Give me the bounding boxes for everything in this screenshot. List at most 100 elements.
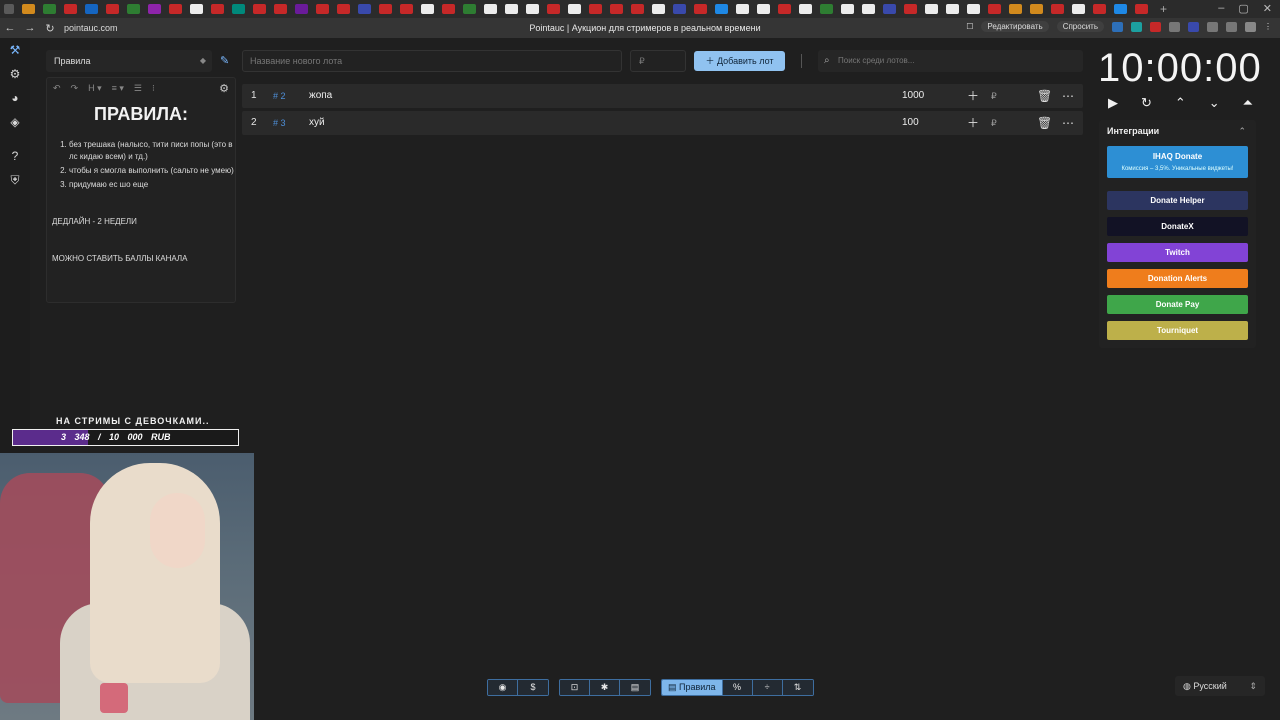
bug-icon[interactable]: ✱ [590,680,620,695]
browser-tab[interactable] [841,4,854,14]
url-field[interactable]: pointauc.com [64,23,344,33]
browser-tab[interactable] [379,4,392,14]
extension-icon[interactable] [1245,21,1256,32]
close-icon[interactable]: ✕ [1263,2,1272,15]
rules-select[interactable]: Правила ◆ [46,50,212,72]
donation-alerts-button[interactable]: Donation Alerts [1107,269,1248,288]
align-icon[interactable]: ≡ ▾ [112,83,124,94]
plus-icon[interactable]: ＋ [967,84,979,108]
ruble-icon[interactable]: ₽ [991,84,997,108]
browser-tab[interactable] [547,4,560,14]
browser-tab[interactable] [22,4,35,14]
add-lot-button[interactable]: ＋ Добавить лот [694,51,785,71]
browser-tab[interactable] [946,4,959,14]
browser-tab[interactable] [925,4,938,14]
dollar-icon[interactable]: $ [518,680,548,695]
chevron-up-icon[interactable]: ⌃ [1238,126,1246,137]
lot-tag[interactable]: # 3 [273,111,286,135]
browser-tab[interactable] [274,4,287,14]
extension-icon[interactable] [1188,21,1199,32]
browser-tab[interactable] [757,4,770,14]
tourniquet-button[interactable]: Tourniquet [1107,321,1248,340]
browser-tab[interactable] [736,4,749,14]
lot-row[interactable]: 1 # 2 жопа 1000 ＋ ₽ 🗑 ⋯ [242,84,1083,108]
new-tab-icon[interactable]: + [1160,2,1167,16]
undo-icon[interactable]: ↶ [53,83,61,94]
amount-input[interactable]: ₽ [630,50,686,72]
maximize-icon[interactable]: ▢ [1238,2,1248,15]
lot-name[interactable]: хуй [309,111,325,135]
split-icon[interactable]: ÷ [752,680,783,695]
browser-tab[interactable] [610,4,623,14]
wheel-icon[interactable]: ◕ [0,86,30,110]
integrations-header[interactable]: Интеграции ⌃ [1099,120,1256,136]
new-lot-input[interactable]: Название нового лота [242,50,622,72]
more-icon[interactable]: ⋯ [1062,84,1074,108]
clear-icon[interactable]: ▤ [620,680,650,695]
rules-editor[interactable]: ↶ ↷ H ▾ ≡ ▾ ☰ ⁝ ⚙ ПРАВИЛА: без трешака (… [46,77,236,303]
browser-tab[interactable] [883,4,896,14]
lot-row[interactable]: 2 # 3 хуй 100 ＋ ₽ 🗑 ⋯ [242,111,1083,135]
auction-icon[interactable]: ⚒ [0,38,30,62]
donatex-button[interactable]: DonateX [1107,217,1248,236]
browser-tab[interactable] [1072,4,1085,14]
language-select[interactable]: ◍ Русский ⇕ [1175,676,1265,696]
reload-icon[interactable]: ↻ [40,22,60,35]
donate-pay-button[interactable]: Donate Pay [1107,295,1248,314]
browser-tab[interactable] [316,4,329,14]
browser-tab[interactable] [484,4,497,14]
browser-tab[interactable] [505,4,518,14]
ruble-icon[interactable]: ₽ [991,111,997,135]
percent-icon[interactable]: % [722,680,753,695]
help-icon[interactable]: ? [0,144,30,168]
browser-tab[interactable] [1093,4,1106,14]
browser-tab[interactable] [862,4,875,14]
browser-tab[interactable] [988,4,1001,14]
browser-tab[interactable] [400,4,413,14]
browser-tab[interactable] [106,4,119,14]
search-input[interactable]: ⌕ Поиск среди лотов... [818,50,1083,72]
heading-icon[interactable]: H ▾ [88,83,102,94]
browser-tab[interactable] [337,4,350,14]
browser-tab[interactable] [631,4,644,14]
browser-tab[interactable] [1114,4,1127,14]
redo-icon[interactable]: ↷ [71,83,79,94]
browser-tab[interactable] [253,4,266,14]
browser-tab[interactable] [421,4,434,14]
browser-tab[interactable] [43,4,56,14]
browser-tab[interactable] [190,4,203,14]
browser-tab[interactable] [148,4,161,14]
browser-tab[interactable] [526,4,539,14]
more-icon[interactable]: ⋯ [1062,111,1074,135]
browser-tab[interactable] [358,4,371,14]
browser-tab[interactable] [295,4,308,14]
browser-tab[interactable] [799,4,812,14]
bookmark-icon[interactable]: ☐ [966,22,973,31]
lot-amount[interactable]: 100 [902,111,919,135]
gear-icon[interactable]: ⚙ [219,82,229,95]
browser-tab[interactable] [169,4,182,14]
browser-tab[interactable] [85,4,98,14]
twitch-button[interactable]: Twitch [1107,243,1248,262]
forward-icon[interactable]: → [20,22,40,34]
browser-tab[interactable] [211,4,224,14]
chevron-down-icon[interactable]: ⌄ [1209,95,1220,111]
rules-toggle-button[interactable]: ▤ Правила [662,680,723,695]
chevron-up-icon[interactable]: ⌃ [1175,95,1186,111]
browser-tab[interactable] [463,4,476,14]
layers-icon[interactable]: ◈ [0,110,30,134]
browser-tab[interactable] [127,4,140,14]
ihaq-donate-button[interactable]: IHAQ Donate Комиссия – 3,5%. Уникальные … [1107,146,1248,178]
browser-tab[interactable] [568,4,581,14]
browser-tab[interactable] [904,4,917,14]
play-icon[interactable]: ▶ [1108,95,1118,111]
pencil-icon[interactable]: ✎ [220,54,229,67]
minimize-icon[interactable]: – [1218,2,1224,15]
back-icon[interactable]: ← [0,22,20,34]
extension-icon[interactable] [1150,21,1161,32]
browser-tab[interactable] [778,4,791,14]
lot-name[interactable]: жопа [309,84,332,108]
extension-icon[interactable] [1112,21,1123,32]
browser-tab[interactable] [715,4,728,14]
active-tab[interactable] [4,4,14,14]
